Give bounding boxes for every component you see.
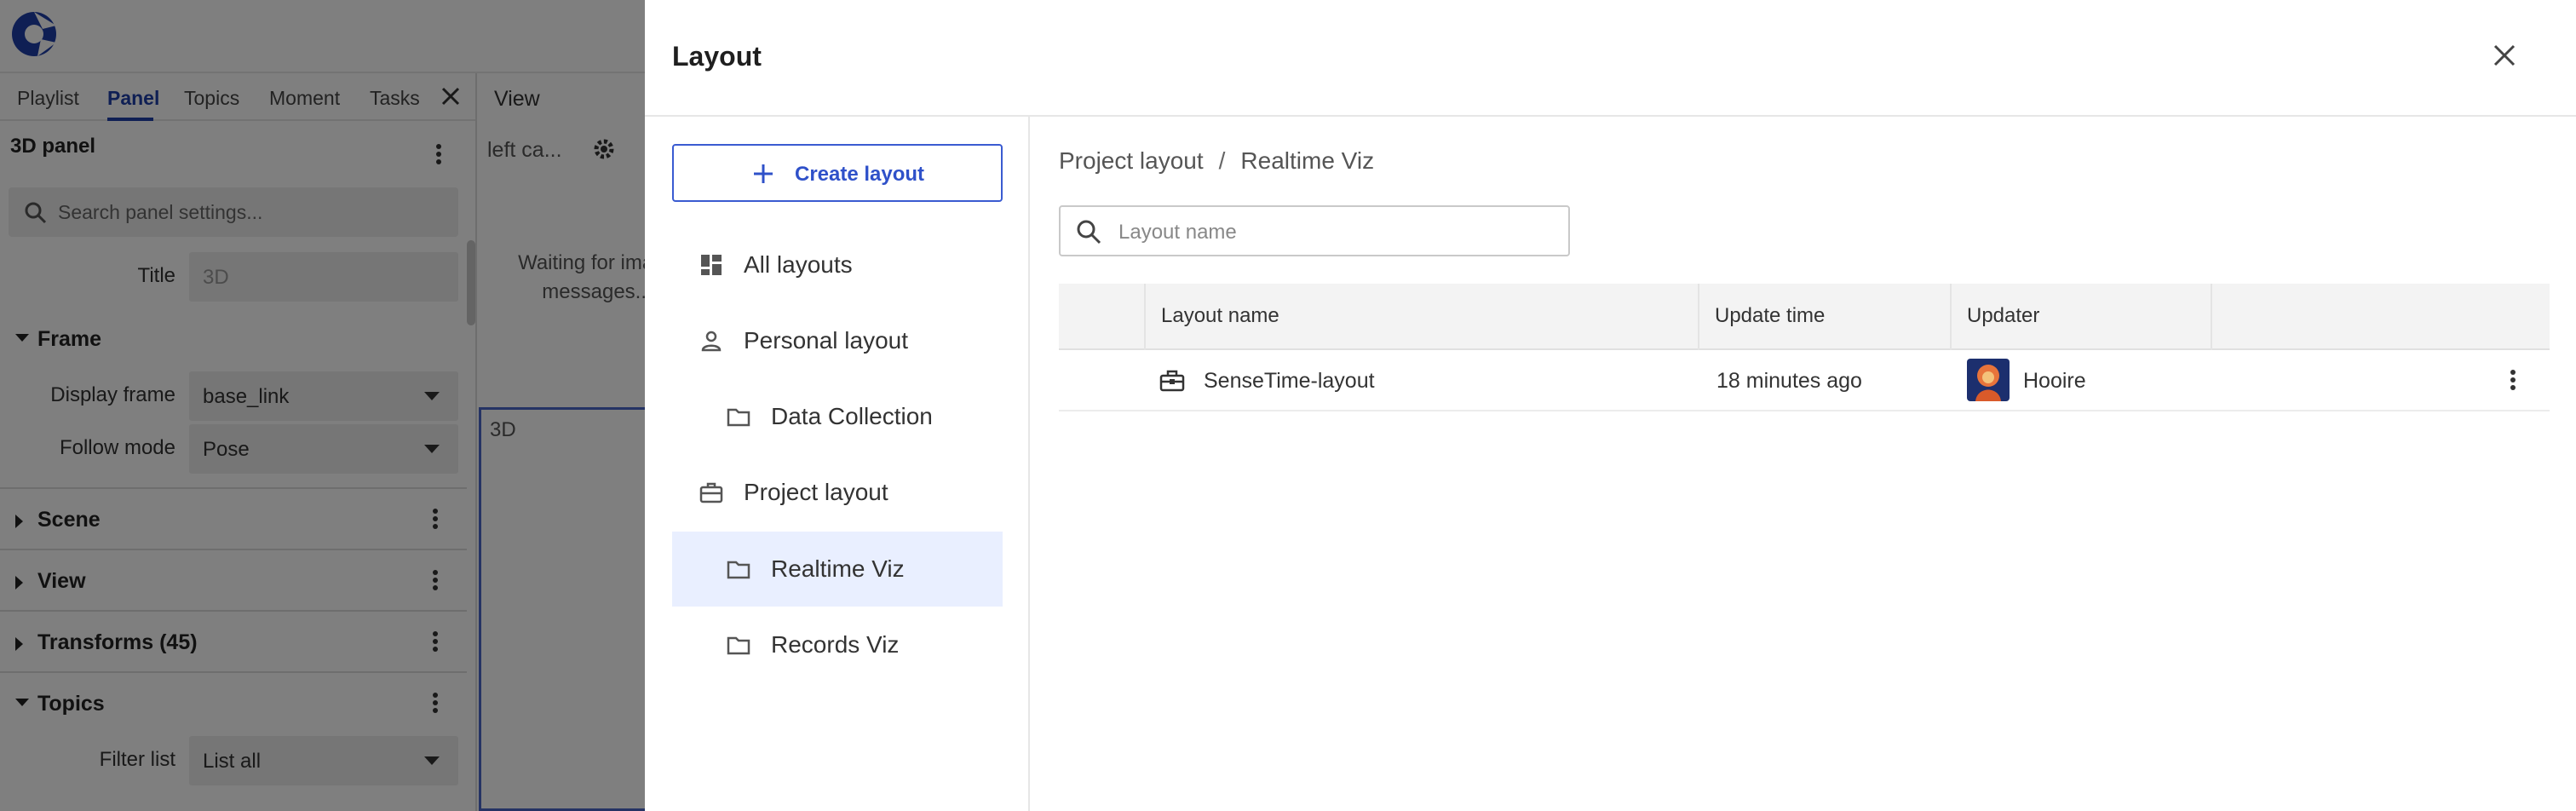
search-placeholder: Layout name (1118, 221, 1237, 244)
nav-item-project-layout[interactable]: Project layout (672, 455, 1003, 530)
create-layout-button[interactable]: Create layout (672, 144, 1003, 202)
close-icon[interactable] (2490, 41, 2519, 70)
search-icon (1076, 219, 1101, 244)
breadcrumb-realtime-viz: Realtime Viz (1240, 147, 1375, 174)
updater-cell: Hooire (2023, 369, 2086, 393)
drawer-title: Layout (672, 41, 762, 72)
breadcrumb-project-layout[interactable]: Project layout (1059, 147, 1204, 175)
column-divider (1698, 284, 1699, 350)
nav-label: Data Collection (771, 403, 933, 429)
nav-item-personal-layout[interactable]: Personal layout (672, 303, 1003, 378)
briefcase-icon (1159, 369, 1185, 393)
column-divider (1144, 284, 1146, 350)
nav-item-data-collection[interactable]: Data Collection (672, 379, 1003, 454)
folder-icon (727, 405, 750, 429)
nav-item-records-viz[interactable]: Records Viz (672, 607, 1003, 682)
column-divider (2211, 284, 2212, 350)
briefcase-icon (699, 480, 723, 504)
nav-label: Realtime Viz (771, 555, 905, 582)
plus-icon (752, 163, 774, 185)
nav-item-realtime-viz[interactable]: Realtime Viz (672, 532, 1003, 607)
table-header: Layout name Update time Updater (1059, 284, 2550, 350)
folder-icon (727, 557, 750, 581)
avatar (1967, 359, 2010, 401)
breadcrumb-separator: / (1218, 147, 1226, 174)
layout-nav: Create layout All layouts Personal layou… (645, 117, 1030, 811)
column-header-updater[interactable]: Updater (1967, 304, 2039, 328)
dashboard-icon (699, 253, 723, 277)
layouts-table: Layout name Update time Updater SenseTim… (1059, 284, 2550, 411)
nav-label: Records Viz (771, 631, 900, 658)
folder-icon (727, 633, 750, 657)
column-header-update-time[interactable]: Update time (1715, 304, 1825, 328)
nav-label: Personal layout (744, 327, 909, 354)
layout-content: Project layout / Realtime Viz Layout name … (1032, 117, 2576, 811)
row-menu-icon[interactable] (2507, 367, 2519, 394)
layout-name-cell: SenseTime-layout (1204, 369, 1375, 393)
layout-drawer: Layout Create layout All layouts Persona… (645, 0, 2576, 811)
column-header-layout-name[interactable]: Layout name (1161, 304, 1279, 328)
nav-label: All layouts (744, 251, 853, 278)
column-divider (1950, 284, 1952, 350)
person-icon (699, 329, 723, 353)
nav-item-all-layouts[interactable]: All layouts (672, 227, 1003, 302)
nav-label: Project layout (744, 479, 888, 505)
table-row[interactable]: SenseTime-layout 18 minutes ago Hooire (1059, 350, 2550, 411)
create-layout-label: Create layout (795, 163, 925, 186)
layout-name-search-input[interactable]: Layout name (1059, 205, 1570, 256)
breadcrumb: Project layout / Realtime Viz (1059, 147, 1374, 175)
update-time-cell: 18 minutes ago (1716, 369, 1862, 393)
